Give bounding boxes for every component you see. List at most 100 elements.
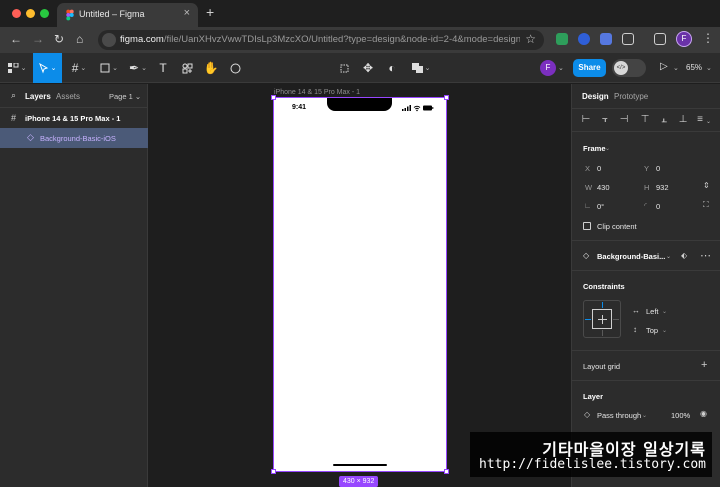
maximize-window-button[interactable] [40,9,49,18]
x-input[interactable]: 0 [597,164,601,173]
align-left-icon[interactable]: ⊢ [580,114,592,126]
opacity-input[interactable]: 100% [671,411,690,420]
width-input[interactable]: 430 [597,183,610,192]
address-bar-row: ← → ↻ ⌂ figma.com/file/UanXHvzVwwTDIsLp3… [0,27,720,53]
blend-mode-select[interactable]: Pass through [597,411,641,420]
browser-profile-avatar[interactable]: F [676,31,692,47]
instance-name[interactable]: Background-Basi... [597,252,665,261]
clip-content-checkbox[interactable] [583,222,591,230]
home-icon[interactable]: ⌂ [76,32,83,46]
grid-tool-icon[interactable] [336,53,352,83]
side-panel-icon[interactable] [654,33,666,45]
distribute-chevron-icon[interactable]: ⌄ [706,118,711,125]
page-selector[interactable]: Page 1 ⌄ [109,92,141,101]
rotation-icon: ∟ [584,201,592,210]
vertical-constraint-chevron-icon[interactable]: ⌄ [662,327,667,334]
add-layout-grid-icon[interactable]: + [701,359,707,371]
layer-label: Background-Basic-iOS [40,134,116,143]
design-canvas[interactable]: iPhone 14 & 15 Pro Max - 1 9:41 430 × 93… [149,84,571,487]
present-chevron-icon[interactable]: ⌄ [673,64,679,72]
frame-type-chevron-icon[interactable]: ⌄ [605,145,610,152]
horizontal-constraint-chevron-icon[interactable]: ⌄ [662,308,667,315]
clip-content-label: Clip content [597,222,637,231]
blend-mode-chevron-icon[interactable]: ⌄ [642,412,647,419]
resize-handle-bottom-right[interactable] [444,469,449,474]
resize-handle-top-right[interactable] [444,95,449,100]
contrast-tool-icon[interactable]: ◐ [384,53,400,83]
constrain-proportions-icon[interactable]: ⇕ [703,181,710,190]
tab-close-icon[interactable]: × [184,7,190,19]
constraint-right-marker[interactable] [613,319,619,320]
back-arrow-icon[interactable]: ← [10,32,22,46]
rotation-input[interactable]: 0° [597,202,604,211]
align-top-icon[interactable]: ⊤ [639,114,651,126]
align-center-h-icon[interactable]: ⫟ [599,114,611,126]
iphone-frame[interactable]: 9:41 [271,95,449,474]
distribute-icon[interactable]: ≡ [694,114,706,126]
align-center-v-icon[interactable]: ⫠ [658,114,670,126]
pen-tool-icon[interactable]: ✒ ⌄ [125,53,151,83]
tab-prototype[interactable]: Prototype [614,92,648,101]
constraints-section-title: Constraints [583,282,625,291]
extensions-puzzle-icon[interactable] [622,33,634,45]
browser-menu-icon[interactable]: ⋮ [702,31,714,45]
more-options-icon[interactable]: ⋯ [700,249,711,262]
frame-section-title[interactable]: Frame [583,144,606,153]
dev-mode-toggle[interactable]: </> [612,59,646,77]
bookmark-star-icon[interactable]: ☆ [525,32,536,46]
layer-row-frame[interactable]: # iPhone 14 & 15 Pro Max - 1 [0,108,148,128]
extension-shield-icon[interactable] [556,33,568,45]
collaborator-avatar[interactable]: F [540,60,556,76]
align-bottom-icon[interactable]: ⊥ [677,114,689,126]
resize-handle-top-left[interactable] [271,95,276,100]
reload-icon[interactable]: ↻ [54,32,64,46]
zoom-chevron-icon[interactable]: ⌄ [706,64,712,72]
comment-tool-icon[interactable] [226,53,244,83]
extension-translate-icon[interactable] [600,33,612,45]
horizontal-constraint-select[interactable]: Left [646,307,659,316]
constraints-widget[interactable] [583,300,621,338]
vertical-constraint-select[interactable]: Top [646,326,658,335]
forward-arrow-icon[interactable]: → [32,32,44,46]
shape-tool-icon[interactable]: ⌄ [96,53,122,83]
close-window-button[interactable] [12,9,21,18]
move-tool-icon[interactable]: ⌄ [33,53,62,83]
search-icon[interactable]: ⌕ [11,90,16,101]
minimize-window-button[interactable] [26,9,35,18]
resize-handle-bottom-left[interactable] [271,469,276,474]
avatar-chevron-icon[interactable]: ⌄ [558,64,564,72]
tab-assets[interactable]: Assets [56,92,80,101]
visibility-eye-icon[interactable]: ◉ [700,409,707,418]
constraint-left-marker[interactable] [585,319,591,320]
component-instance-icon: ◇ [583,251,590,260]
extension-check-icon[interactable] [578,33,590,45]
instance-swap-chevron-icon[interactable]: ⌄ [666,253,671,260]
zoom-level[interactable]: 65% [686,63,702,72]
height-input[interactable]: 932 [656,183,669,192]
frame-name-label[interactable]: iPhone 14 & 15 Pro Max - 1 [274,89,360,96]
url-input[interactable]: figma.com/file/UanXHvzVwwTDIsLp3MzcXO/Un… [98,30,544,50]
resources-tool-icon[interactable] [178,53,196,83]
present-play-icon[interactable]: ▷ [660,61,668,72]
component-tool-icon[interactable]: ✥ [360,53,376,83]
main-menu-icon[interactable]: ⌄ [4,53,30,83]
tab-design[interactable]: Design [582,92,609,101]
text-tool-icon[interactable]: T [154,53,172,83]
go-to-main-component-icon[interactable]: ⬖ [681,251,687,260]
hand-tool-icon[interactable]: ✋ [202,53,220,83]
independent-corners-icon[interactable]: ⛶ [703,200,709,210]
layer-row-instance[interactable]: ◇ Background-Basic-iOS [0,128,148,148]
constraint-top-marker[interactable] [602,302,603,308]
constraint-bottom-marker[interactable] [602,330,603,336]
y-input[interactable]: 0 [656,164,660,173]
site-info-icon[interactable] [102,33,116,47]
browser-tab[interactable]: Untitled – Figma × [57,3,198,27]
constraint-center-box[interactable] [592,309,612,329]
frame-tool-icon[interactable]: # ⌄ [66,53,92,83]
align-right-icon[interactable]: ⊣ [618,114,630,126]
new-tab-button[interactable]: + [206,4,214,20]
tab-layers[interactable]: Layers [25,92,51,101]
corner-radius-input[interactable]: 0 [656,202,660,211]
share-button[interactable]: Share [573,59,606,77]
boolean-tool-icon[interactable]: ⌄ [410,53,432,83]
